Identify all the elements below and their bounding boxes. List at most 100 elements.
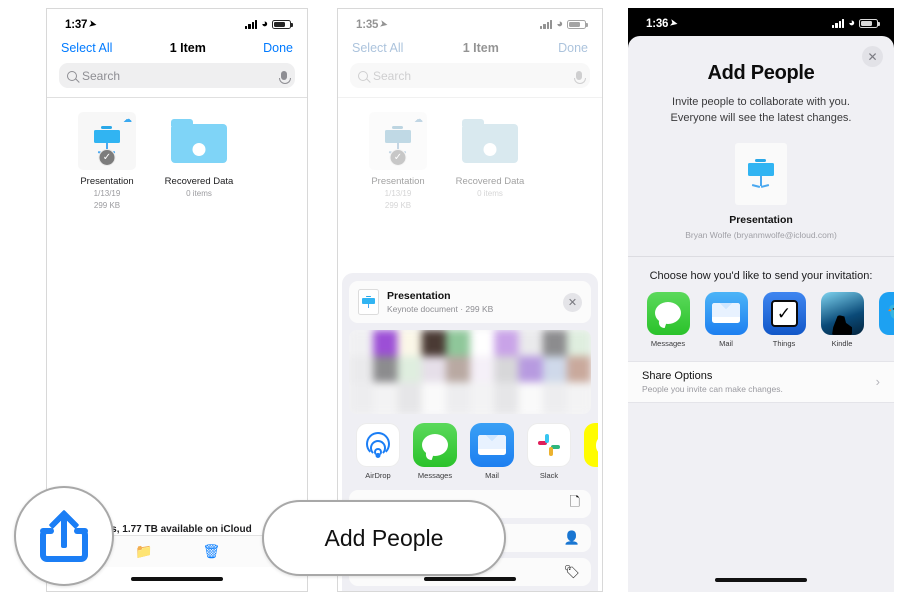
app-label: Messages [417,471,453,480]
file-size: 299 KB [384,200,412,210]
keynote-document-icon [735,142,787,205]
wifi-icon: ◕ [556,18,563,30]
invite-app-twitter[interactable]: 🐦 T [877,291,894,348]
add-people-sheet: ✕ Add People Invite people to collaborat… [628,36,894,592]
status-bar-1: 1:37 ➤ ◕ [47,9,307,35]
home-indicator-2 [424,577,516,581]
app-label: Messages [650,338,686,348]
file-name: Recovered Data [164,176,234,187]
file-item-presentation[interactable]: ☁ ✓ Presentation 1/13/19 299 KB [69,112,145,211]
app-label: Sn [582,471,598,480]
phone-3-screen: 1:36 ➤ ◕ ✕ Add People Invite people to c… [628,8,894,592]
status-time-2: 1:35 ➤ [356,18,389,31]
share-app-slack[interactable]: Slack [525,423,573,480]
dimmed-background-2: 1:35 ➤ ◕ Select All 1 Item Done Search ☁… [338,9,602,211]
cloud-download-icon: ☁ [414,114,423,124]
select-all-button-1[interactable]: Select All [61,41,112,55]
search-icon [358,70,368,81]
keynote-document-icon [358,289,379,315]
app-label: T [877,339,894,348]
status-time-label-1: 1:37 [65,18,88,31]
app-label: Slack [539,471,559,480]
search-input-2[interactable]: Search [350,63,590,88]
file-item-presentation[interactable]: ☁ ✓ Presentation 1/13/19 299 KB [360,112,436,211]
share-app-messages[interactable]: Messages [411,423,459,480]
messages-icon [646,291,690,335]
close-icon[interactable]: ✕ [563,292,582,312]
keynote-document-icon: ☁ ✓ [78,112,136,170]
share-doc-title: Presentation [387,290,451,303]
mail-icon [704,291,748,335]
chevron-right-icon: › [875,374,880,390]
folder-item-count: 0 items [186,188,212,198]
file-owner: Bryan Wolfe (bryanmwolfe@icloud.com) [685,229,837,240]
file-date: 1/13/19 [93,188,121,198]
location-arrow-icon: ➤ [379,18,389,30]
folder-icon [170,112,228,170]
app-label: Kindle [831,338,853,348]
done-button-2[interactable]: Done [558,41,588,55]
file-grid-2: ☁ ✓ Presentation 1/13/19 299 KB Recovere… [338,98,602,211]
files-nav-2: Select All 1 Item Done [338,35,602,63]
files-nav-1: Select All 1 Item Done [47,35,307,63]
share-app-mail[interactable]: Mail [468,423,516,480]
status-time-label-2: 1:35 [356,18,379,31]
app-label: AirDrop [365,471,391,480]
share-options-row[interactable]: Share Options People you invite can make… [628,360,894,403]
location-arrow-icon: ➤ [669,17,679,29]
search-input-1[interactable]: Search [59,63,295,88]
wifi-icon: ◕ [261,18,268,30]
folder-item-count: 0 items [477,188,503,198]
share-doc-subtitle: Keynote document · 299 KB [387,303,494,314]
share-options-sub: People you invite can make changes. [642,383,783,394]
trash-icon[interactable]: 🗑 [202,543,220,560]
selected-checkmark-icon: ✓ [389,149,407,166]
location-arrow-icon: ➤ [88,18,98,30]
invite-app-messages[interactable]: Messages [645,291,691,348]
add-people-icon: 👤 [563,530,580,545]
cellular-bars-icon [832,19,845,28]
add-people-callout-label: Add People [324,524,444,551]
file-item-recovered-data[interactable]: Recovered Data 0 items [452,112,528,211]
app-label: Mail [719,338,733,348]
share-icon-callout [14,486,114,586]
new-folder-icon[interactable]: 📁 [135,543,152,560]
invite-app-mail[interactable]: Mail [703,291,749,348]
snapchat-icon [584,423,598,467]
cloud-download-icon: ☁ [123,114,132,124]
file-grid-1: ☁ ✓ Presentation 1/13/19 299 KB Recovere… [47,98,307,211]
wifi-icon: ◕ [848,17,855,29]
select-all-button-2[interactable]: Select All [352,41,403,55]
app-label: Things [772,338,796,348]
kindle-icon [820,291,864,335]
close-icon[interactable]: ✕ [862,46,883,67]
page-title-2: 1 Item [462,41,499,55]
share-app-airdrop[interactable]: AirDrop [354,423,402,480]
twitter-icon: 🐦 [878,291,894,335]
status-time-1: 1:37 ➤ [65,18,98,31]
file-name: Presentation [80,176,134,187]
microphone-icon[interactable] [278,71,292,84]
status-bar-3: 1:36 ➤ ◕ [628,8,894,34]
share-app-snapchat[interactable]: Sn [582,423,598,480]
microphone-icon[interactable] [573,71,587,84]
messages-icon [413,423,457,467]
share-app-row: AirDrop Messages Mail Slack [342,414,598,480]
search-wrap-2: Search [338,63,602,97]
invitation-app-row: Messages Mail ✓ Things Kindle [628,282,894,348]
keynote-document-icon: ☁ ✓ [369,112,427,170]
sheet-description: Invite people to collaborate with you. E… [670,96,852,124]
battery-icon [567,19,588,30]
file-item-recovered-data[interactable]: Recovered Data 0 items [161,112,237,211]
share-icon [40,509,88,562]
phone-panel-3: 1:36 ➤ ◕ ✕ Add People Invite people to c… [628,8,894,592]
invite-app-things[interactable]: ✓ Things [761,291,807,348]
add-people-callout: Add People [262,500,506,576]
home-indicator-1 [131,577,223,581]
invite-app-kindle[interactable]: Kindle [819,291,865,348]
airdrop-icon [356,423,400,467]
tag-icon: 🏷 [563,564,580,579]
done-button-1[interactable]: Done [263,41,293,55]
suggested-contacts-strip[interactable] [349,330,591,414]
status-indicators-3: ◕ [832,17,880,29]
